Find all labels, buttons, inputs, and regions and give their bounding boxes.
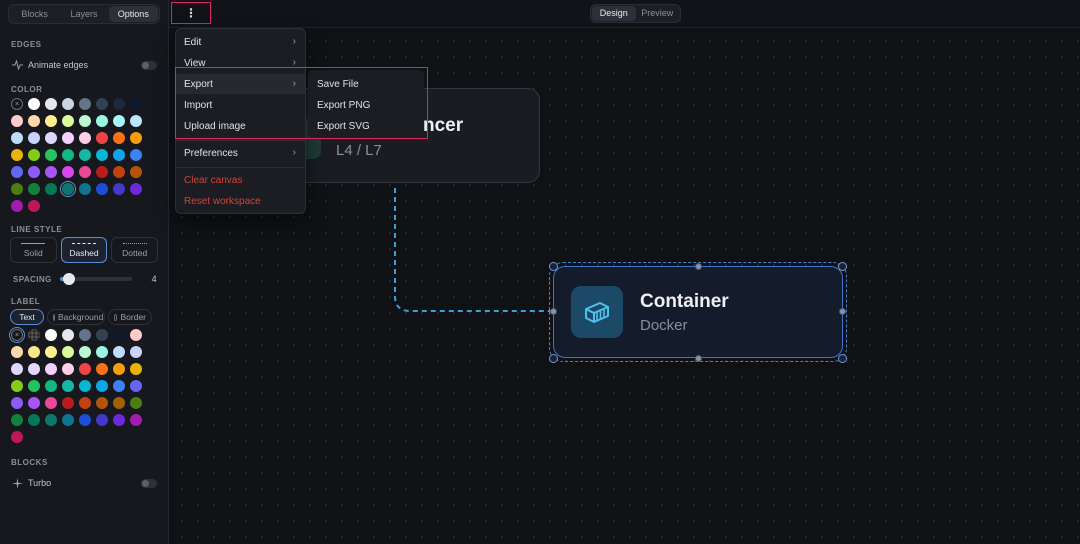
menu-item-upload-image-label: Upload image (184, 120, 246, 132)
main-menu: Edit › View › Export › Import Upload ima… (175, 28, 306, 214)
chevron-right-icon: › (292, 147, 296, 158)
menu-item-upload-image[interactable]: Upload image (176, 116, 305, 136)
load-balancer-subtitle: L4 / L7 (336, 142, 382, 159)
container-title: Container (640, 291, 729, 312)
container-subtitle: Docker (640, 317, 688, 334)
menu-item-view[interactable]: View › (176, 53, 305, 73)
connector-handle-left[interactable] (550, 308, 557, 315)
chevron-right-icon: › (292, 57, 296, 68)
connector-handle-right[interactable] (839, 308, 846, 315)
menu-item-preferences-label: Preferences (184, 147, 238, 159)
menu-item-reset-workspace-label: Reset workspace (184, 195, 261, 207)
resize-handle-bottom-left[interactable] (549, 354, 558, 363)
menu-divider (176, 140, 305, 141)
connection-edge[interactable] (394, 188, 553, 312)
menu-item-import[interactable]: Import (176, 95, 305, 115)
menu-divider (176, 167, 305, 168)
chevron-right-icon: › (292, 36, 296, 47)
menu-item-view-label: View (184, 57, 206, 69)
resize-handle-top-right[interactable] (838, 262, 847, 271)
connector-handle-bottom[interactable] (695, 355, 702, 362)
submenu-item-save-file[interactable]: Save File (308, 74, 424, 94)
menu-item-clear-canvas[interactable]: Clear canvas (176, 170, 305, 190)
edge-layer (394, 188, 553, 312)
menu-item-clear-canvas-label: Clear canvas (184, 174, 243, 186)
menu-item-reset-workspace[interactable]: Reset workspace (176, 191, 305, 211)
load-balancer-title: ncer (423, 115, 464, 136)
container-node[interactable]: Container Docker (553, 266, 843, 358)
menu-item-edit[interactable]: Edit › (176, 32, 305, 52)
submenu-item-export-png[interactable]: Export PNG (308, 95, 424, 115)
menu-item-export-label: Export (184, 78, 213, 90)
export-submenu: Save File Export PNG Export SVG (308, 70, 424, 138)
menu-item-preferences[interactable]: Preferences › (176, 143, 305, 163)
resize-handle-bottom-right[interactable] (838, 354, 847, 363)
connector-handle-top[interactable] (695, 263, 702, 270)
resize-handle-top-left[interactable] (549, 262, 558, 271)
container-icon (571, 286, 623, 338)
chevron-right-icon: › (292, 78, 296, 89)
submenu-item-export-svg[interactable]: Export SVG (308, 116, 424, 136)
menu-item-edit-label: Edit (184, 36, 202, 48)
menu-item-export[interactable]: Export › (176, 74, 305, 94)
menu-item-import-label: Import (184, 99, 213, 111)
